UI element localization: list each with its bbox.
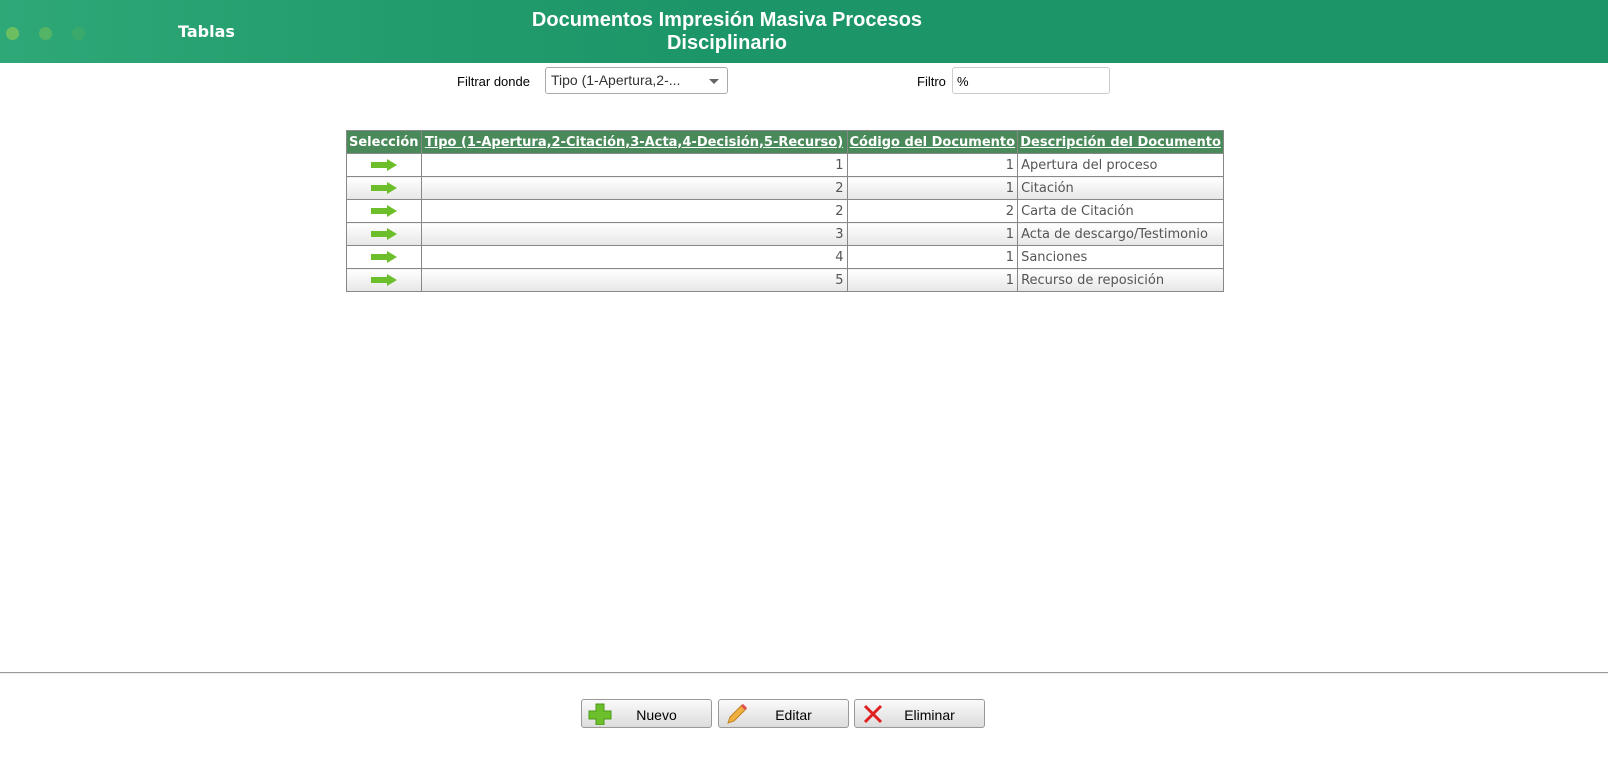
codigo-cell: 1: [846, 176, 1019, 200]
filter-where-label: Filtrar donde: [457, 74, 530, 89]
arrow-right-icon[interactable]: [370, 182, 397, 194]
codigo-cell: 1: [846, 222, 1019, 246]
arrow-right-icon[interactable]: [370, 228, 397, 240]
chevron-down-icon: [709, 79, 719, 84]
column-header-codigo[interactable]: Código del Documento: [846, 130, 1019, 154]
app-name: Tablas: [178, 22, 235, 41]
codigo-cell: 1: [846, 245, 1019, 269]
tipo-cell: 5: [420, 268, 848, 292]
new-button[interactable]: Nuevo: [581, 699, 712, 728]
select-cell[interactable]: [346, 245, 422, 269]
table-row: 1 1 Apertura del proceso: [346, 153, 1225, 177]
descripcion-cell: Sanciones: [1017, 245, 1225, 269]
table-row: 2 2 Carta de Citación: [346, 199, 1225, 223]
descripcion-cell: Acta de descargo/Testimonio: [1017, 222, 1225, 246]
column-header-selection: Selección: [346, 130, 422, 154]
descripcion-cell: Apertura del proceso: [1017, 153, 1225, 177]
page-title: Documentos Impresión Masiva Procesos Disc…: [531, 9, 923, 54]
filter-label: Filtro: [917, 74, 946, 89]
edit-button[interactable]: Editar: [718, 699, 849, 728]
documents-table: Selección Tipo (1-Apertura,2-Citación,3-…: [346, 130, 1225, 292]
table-row: 3 1 Acta de descargo/Testimonio: [346, 222, 1225, 246]
app-header: Tablas Documentos Impresión Masiva Proce…: [0, 0, 1608, 63]
tipo-cell: 2: [420, 199, 848, 223]
table-row: 5 1 Recurso de reposición: [346, 268, 1225, 292]
filter-field-select[interactable]: Tipo (1-Apertura,2-...: [545, 67, 728, 94]
tipo-cell: 4: [420, 245, 848, 269]
select-cell[interactable]: [346, 199, 422, 223]
window-dot-icon[interactable]: [6, 27, 19, 40]
codigo-cell: 1: [846, 153, 1019, 177]
divider: [0, 672, 1608, 674]
select-cell[interactable]: [346, 176, 422, 200]
codigo-cell: 1: [846, 268, 1019, 292]
column-header-descripcion[interactable]: Descripción del Documento: [1017, 130, 1225, 154]
select-cell[interactable]: [346, 153, 422, 177]
arrow-right-icon[interactable]: [370, 159, 397, 171]
window-dot-icon[interactable]: [72, 27, 85, 40]
arrow-right-icon[interactable]: [370, 205, 397, 217]
arrow-right-icon[interactable]: [370, 251, 397, 263]
arrow-right-icon[interactable]: [370, 274, 397, 286]
tipo-cell: 3: [420, 222, 848, 246]
descripcion-cell: Carta de Citación: [1017, 199, 1225, 223]
window-dot-icon[interactable]: [39, 27, 52, 40]
codigo-cell: 2: [846, 199, 1019, 223]
select-cell[interactable]: [346, 268, 422, 292]
delete-button[interactable]: Eliminar: [854, 699, 985, 728]
descripcion-cell: Citación: [1017, 176, 1225, 200]
column-header-tipo[interactable]: Tipo (1-Apertura,2-Citación,3-Acta,4-Dec…: [420, 130, 848, 154]
tipo-cell: 1: [420, 153, 848, 177]
table-row: 4 1 Sanciones: [346, 245, 1225, 269]
select-cell[interactable]: [346, 222, 422, 246]
filter-input[interactable]: %: [952, 67, 1110, 94]
descripcion-cell: Recurso de reposición: [1017, 268, 1225, 292]
tipo-cell: 2: [420, 176, 848, 200]
table-row: 2 1 Citación: [346, 176, 1225, 200]
